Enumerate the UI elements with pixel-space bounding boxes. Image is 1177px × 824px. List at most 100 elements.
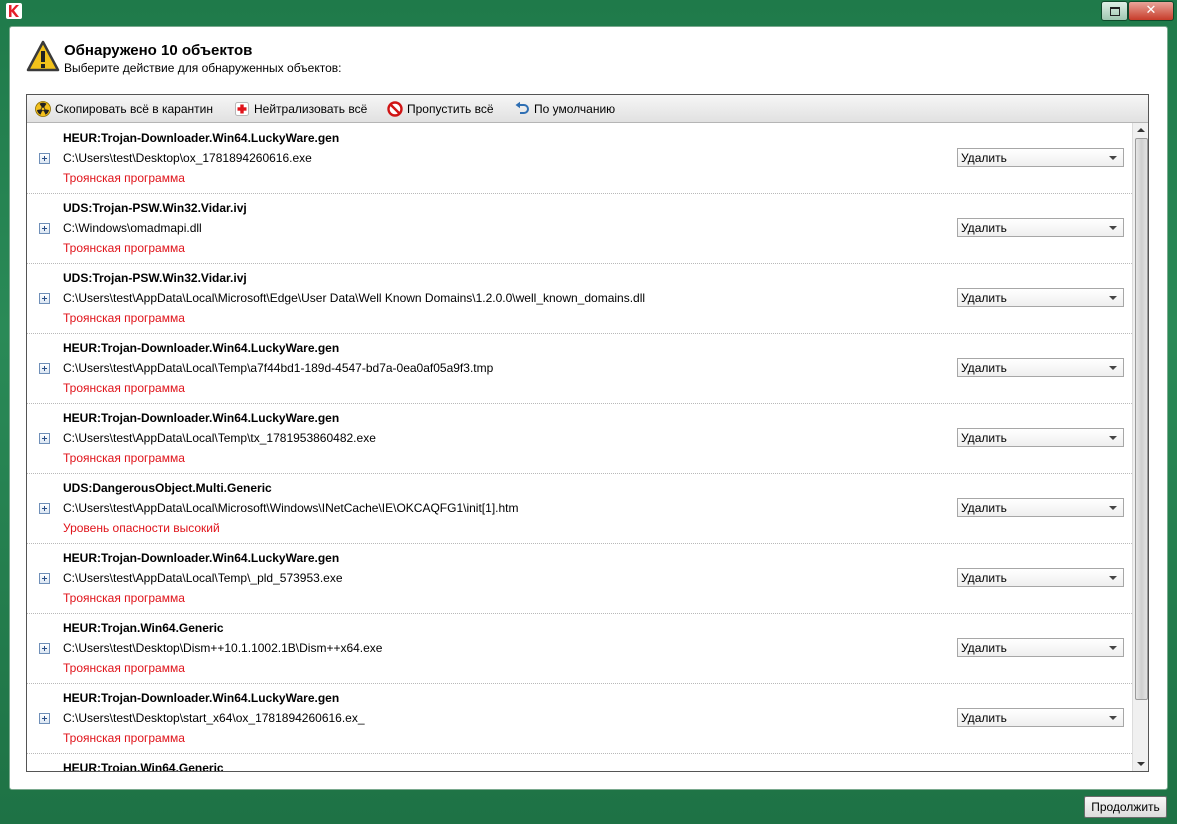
file-path: C:\Users\test\Desktop\ox_1781894260616.e…	[63, 151, 312, 165]
radiation-icon	[35, 101, 51, 117]
file-path: C:\Users\test\AppData\Local\Microsoft\Ed…	[63, 291, 646, 305]
detection-row: HEUR:Trojan-Downloader.Win64.LuckyWare.g…	[27, 403, 1132, 474]
threat-name: HEUR:Trojan-Downloader.Win64.LuckyWare.g…	[63, 411, 340, 425]
file-path: C:\Users\test\Desktop\start_x64\ox_17818…	[63, 711, 365, 725]
threat-type: Троянская программа	[63, 171, 185, 185]
threat-type: Троянская программа	[63, 661, 185, 675]
detection-panel: Обнаружено 10 объектов Выберите действие…	[9, 26, 1168, 790]
expand-icon[interactable]	[39, 223, 50, 234]
threat-type: Уровень опасности высокий	[63, 521, 220, 535]
chevron-down-icon	[1109, 296, 1117, 300]
action-dropdown[interactable]: Удалить	[957, 428, 1124, 447]
action-value: Удалить	[961, 221, 1007, 235]
undo-arrow-icon	[515, 101, 529, 114]
chevron-down-icon	[1109, 576, 1117, 580]
threat-name: UDS:Trojan-PSW.Win32.Vidar.ivj	[63, 271, 247, 285]
continue-button[interactable]: Продолжить	[1084, 796, 1167, 818]
close-button[interactable]: ✕	[1128, 1, 1174, 21]
threat-name: HEUR:Trojan-Downloader.Win64.LuckyWare.g…	[63, 341, 340, 355]
scrollbar-thumb[interactable]	[1135, 138, 1148, 700]
vertical-scrollbar[interactable]	[1132, 123, 1148, 771]
restore-icon	[1110, 7, 1120, 16]
chevron-down-icon	[1109, 226, 1117, 230]
no-entry-icon	[387, 101, 403, 117]
expand-icon[interactable]	[39, 153, 50, 164]
detection-row: HEUR:Trojan.Win64.Generic	[27, 753, 1132, 771]
expand-icon[interactable]	[39, 433, 50, 444]
threat-type: Троянская программа	[63, 731, 185, 745]
title-bar: ✕	[0, 0, 1177, 22]
threat-name: HEUR:Trojan.Win64.Generic	[63, 761, 224, 771]
file-path: C:\Users\test\Desktop\Dism++10.1.1002.1B…	[63, 641, 383, 655]
chevron-down-icon	[1109, 646, 1117, 650]
quarantine-all-label: Скопировать всё в карантин	[55, 102, 213, 116]
expand-icon[interactable]	[39, 713, 50, 724]
detection-row: HEUR:Trojan.Win64.Generic C:\Users\test\…	[27, 613, 1132, 684]
threat-type: Троянская программа	[63, 241, 185, 255]
chevron-down-icon	[1109, 366, 1117, 370]
threat-type: Троянская программа	[63, 451, 185, 465]
detection-row: UDS:DangerousObject.Multi.Generic C:\Use…	[27, 473, 1132, 544]
expand-icon[interactable]	[39, 503, 50, 514]
arrow-up-icon	[1137, 128, 1145, 132]
expand-icon[interactable]	[39, 573, 50, 584]
chevron-down-icon	[1109, 716, 1117, 720]
action-value: Удалить	[961, 501, 1007, 515]
expand-icon[interactable]	[39, 363, 50, 374]
action-value: Удалить	[961, 291, 1007, 305]
actions-toolbar: Скопировать всё в карантин Нейтрализоват…	[27, 95, 1148, 123]
threat-name: HEUR:Trojan-Downloader.Win64.LuckyWare.g…	[63, 551, 340, 565]
threat-type: Троянская программа	[63, 311, 185, 325]
detection-row: UDS:Trojan-PSW.Win32.Vidar.ivj C:\Window…	[27, 193, 1132, 264]
close-icon: ✕	[1145, 3, 1157, 18]
threat-name: HEUR:Trojan-Downloader.Win64.LuckyWare.g…	[63, 691, 340, 705]
disinfect-all-button[interactable]: Нейтрализовать всё	[234, 101, 367, 117]
action-dropdown[interactable]: Удалить	[957, 218, 1124, 237]
file-path: C:\Users\test\AppData\Local\Temp\a7f44bd…	[63, 361, 494, 375]
action-dropdown[interactable]: Удалить	[957, 358, 1124, 377]
file-path: C:\Users\test\AppData\Local\Microsoft\Wi…	[63, 501, 519, 515]
chevron-down-icon	[1109, 506, 1117, 510]
default-button[interactable]: По умолчанию	[514, 101, 615, 117]
page-subtitle: Выберите действие для обнаруженных объек…	[64, 61, 342, 75]
skip-all-button[interactable]: Пропустить всё	[387, 101, 494, 117]
chevron-down-icon	[1109, 436, 1117, 440]
action-dropdown[interactable]: Удалить	[957, 708, 1124, 727]
action-value: Удалить	[961, 711, 1007, 725]
detection-row: HEUR:Trojan-Downloader.Win64.LuckyWare.g…	[27, 333, 1132, 404]
action-value: Удалить	[961, 641, 1007, 655]
detection-row: UDS:Trojan-PSW.Win32.Vidar.ivj C:\Users\…	[27, 263, 1132, 334]
warning-icon	[26, 40, 60, 74]
kaspersky-logo-icon	[6, 3, 22, 19]
action-dropdown[interactable]: Удалить	[957, 498, 1124, 517]
expand-icon[interactable]	[39, 643, 50, 654]
quarantine-all-button[interactable]: Скопировать всё в карантин	[35, 101, 213, 117]
scroll-up-button[interactable]	[1133, 123, 1148, 137]
threat-name: HEUR:Trojan-Downloader.Win64.LuckyWare.g…	[63, 131, 340, 145]
restore-button[interactable]	[1101, 1, 1128, 21]
action-dropdown[interactable]: Удалить	[957, 638, 1124, 657]
file-path: C:\Users\test\AppData\Local\Temp\tx_1781…	[63, 431, 376, 445]
detection-row: HEUR:Trojan-Downloader.Win64.LuckyWare.g…	[27, 683, 1132, 754]
threat-type: Троянская программа	[63, 591, 185, 605]
action-dropdown[interactable]: Удалить	[957, 148, 1124, 167]
expand-icon[interactable]	[39, 293, 50, 304]
scroll-down-button[interactable]	[1133, 757, 1148, 771]
red-cross-icon	[235, 102, 249, 116]
action-value: Удалить	[961, 361, 1007, 375]
file-path: C:\Users\test\AppData\Local\Temp\_pld_57…	[63, 571, 343, 585]
action-value: Удалить	[961, 151, 1007, 165]
action-dropdown[interactable]: Удалить	[957, 568, 1124, 587]
action-dropdown[interactable]: Удалить	[957, 288, 1124, 307]
action-value: Удалить	[961, 571, 1007, 585]
threat-name: UDS:DangerousObject.Multi.Generic	[63, 481, 272, 495]
disinfect-all-label: Нейтрализовать всё	[254, 102, 368, 116]
detection-row: HEUR:Trojan-Downloader.Win64.LuckyWare.g…	[27, 123, 1132, 194]
detections-list: Скопировать всё в карантин Нейтрализоват…	[26, 94, 1149, 772]
chevron-down-icon	[1109, 156, 1117, 160]
file-path: C:\Windows\omadmapi.dll	[63, 221, 202, 235]
page-title: Обнаружено 10 объектов	[64, 42, 253, 59]
detections-rows: HEUR:Trojan-Downloader.Win64.LuckyWare.g…	[27, 123, 1132, 771]
threat-type: Троянская программа	[63, 381, 185, 395]
default-label: По умолчанию	[534, 102, 616, 116]
